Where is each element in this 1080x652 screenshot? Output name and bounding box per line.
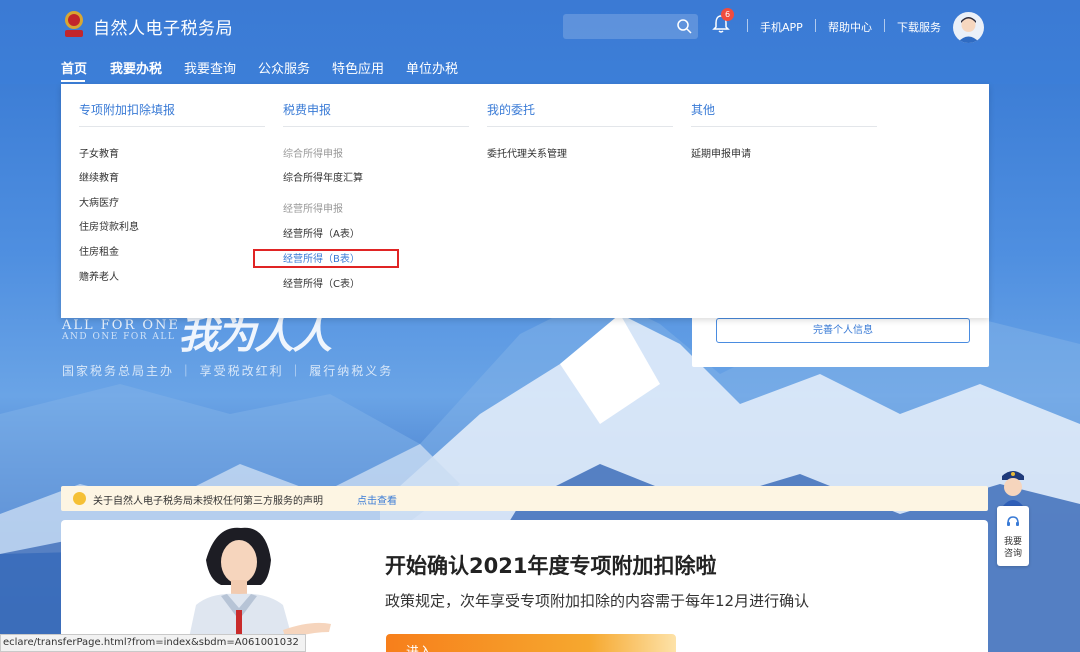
menu-heading-my-delegation: 我的委托 bbox=[487, 103, 536, 117]
menu-item-mortgage-interest[interactable]: 住房贷款利息 bbox=[79, 218, 139, 233]
menu-group-business-income: 经营所得申报 bbox=[283, 204, 343, 215]
help-center-link[interactable]: 帮助中心 bbox=[828, 19, 872, 35]
menu-heading-tax-filing: 税费申报 bbox=[283, 103, 332, 117]
tab-do-tax[interactable]: 我要办税 bbox=[110, 58, 162, 77]
assistant-mascot-icon bbox=[1002, 471, 1024, 506]
banner-button-label: 进入 bbox=[406, 641, 432, 652]
avatar[interactable] bbox=[953, 12, 984, 43]
menu-divider bbox=[283, 126, 469, 127]
consult-label-line1: 我要 bbox=[1003, 537, 1022, 547]
menu-divider bbox=[487, 126, 673, 127]
mobile-app-link[interactable]: 手机APP bbox=[760, 19, 803, 35]
menu-item-extension-request[interactable]: 延期申报申请 bbox=[691, 145, 751, 160]
menu-heading-other: 其他 bbox=[691, 103, 716, 117]
tax-service-menu: 专项附加扣除填报 子女教育 继续教育 大病医疗 住房贷款利息 住房租金 赡养老人… bbox=[61, 84, 989, 318]
banner-title: 开始确认2021年度专项附加扣除啦 bbox=[385, 554, 717, 578]
menu-heading-special-deduction: 专项附加扣除填报 bbox=[79, 103, 176, 117]
tax-officer-illustration bbox=[186, 527, 331, 652]
promo-banner[interactable]: 开始确认2021年度专项附加扣除啦 政策规定，次年享受专项附加扣除的内容需于每年… bbox=[61, 520, 988, 652]
slogan-subline: 国家税务总局主办 ｜ 享受税改红利 ｜ 履行纳税义务 bbox=[62, 364, 394, 378]
menu-item-agency-management[interactable]: 委托代理关系管理 bbox=[487, 145, 567, 160]
smile-notice-icon bbox=[73, 492, 86, 505]
download-service-link[interactable]: 下载服务 bbox=[897, 19, 941, 35]
highlight-box bbox=[253, 249, 399, 268]
tab-unit-tax[interactable]: 单位办税 bbox=[406, 58, 458, 77]
notice-text: 关于自然人电子税务局未授权任何第三方服务的声明 bbox=[93, 496, 323, 507]
tab-query[interactable]: 我要查询 bbox=[184, 58, 236, 77]
menu-item-elderly-support[interactable]: 赡养老人 bbox=[79, 268, 119, 283]
notice-view-link[interactable]: 点击查看 bbox=[357, 492, 397, 507]
consult-card[interactable]: 我要 咨询 bbox=[997, 506, 1029, 566]
site-title[interactable]: 自然人电子税务局 bbox=[93, 14, 233, 39]
search-icon[interactable] bbox=[676, 18, 692, 34]
search-input[interactable] bbox=[563, 14, 698, 39]
menu-divider bbox=[79, 126, 265, 127]
banner-enter-button[interactable]: 进入 bbox=[386, 634, 676, 652]
divider bbox=[747, 19, 748, 32]
menu-item-continuing-education[interactable]: 继续教育 bbox=[79, 169, 119, 184]
consult-label-line2: 咨询 bbox=[1003, 549, 1022, 559]
user-avatar-icon bbox=[957, 17, 980, 43]
consult-assistant[interactable]: 我要 咨询 bbox=[997, 466, 1029, 566]
banner-subtitle: 政策规定，次年享受专项附加扣除的内容需于每年12月进行确认 bbox=[385, 592, 810, 610]
slogan-english-line2: AND ONE FOR ALL bbox=[62, 332, 176, 342]
tab-home[interactable]: 首页 bbox=[61, 58, 87, 77]
tab-featured-apps[interactable]: 特色应用 bbox=[332, 58, 384, 77]
status-bar-url: eclare/transferPage.html?from=index&sbdm… bbox=[0, 634, 306, 652]
menu-item-business-income-a[interactable]: 经营所得（A表） bbox=[283, 225, 360, 240]
slogan-english-line1: ALL FOR ONE bbox=[62, 318, 180, 333]
consult-label: 我要 咨询 bbox=[997, 536, 1029, 560]
menu-group-comprehensive-income: 综合所得申报 bbox=[283, 149, 343, 160]
menu-item-child-education[interactable]: 子女教育 bbox=[79, 145, 119, 160]
divider bbox=[815, 19, 816, 32]
notification-badge: 6 bbox=[721, 8, 734, 21]
active-tab-indicator bbox=[61, 80, 85, 82]
headset-icon bbox=[1007, 516, 1019, 526]
menu-divider bbox=[691, 126, 877, 127]
improve-profile-button[interactable]: 完善个人信息 bbox=[716, 318, 970, 343]
divider bbox=[884, 19, 885, 32]
tax-emblem-icon[interactable] bbox=[62, 10, 86, 40]
tab-public-service[interactable]: 公众服务 bbox=[258, 58, 310, 77]
menu-item-housing-rent[interactable]: 住房租金 bbox=[79, 243, 119, 258]
site-header: 自然人电子税务局 6 手机APP 帮助中心 下载服务 首页 我要办税 我要查询 … bbox=[0, 0, 1080, 90]
menu-item-serious-illness[interactable]: 大病医疗 bbox=[79, 194, 119, 209]
menu-item-business-income-c[interactable]: 经营所得（C表） bbox=[283, 275, 360, 290]
menu-item-annual-settlement[interactable]: 综合所得年度汇算 bbox=[283, 169, 363, 184]
notice-bar: 关于自然人电子税务局未授权任何第三方服务的声明 点击查看 bbox=[61, 486, 988, 511]
